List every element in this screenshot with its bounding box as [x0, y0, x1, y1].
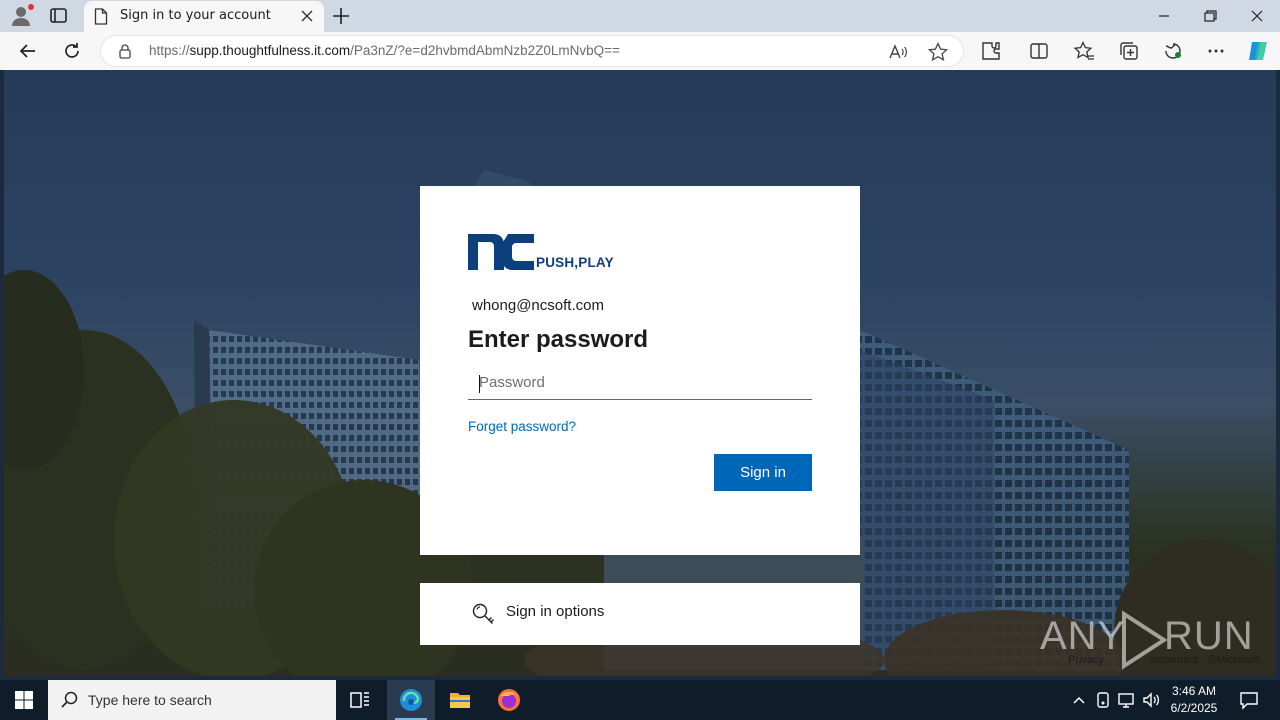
company-logo: PUSH,PLAY	[468, 234, 618, 274]
url-path: /Pa3nZ/?e=d2hvbmdAbmNzb2Z0LmNvbQ==	[350, 43, 620, 58]
firefox-taskbar-button[interactable]	[485, 680, 533, 720]
page-content: PUSH,PLAY whong@ncsoft.com Enter passwor…	[4, 70, 1276, 676]
read-aloud-icon[interactable]	[887, 41, 909, 63]
anyrun-watermark: ANY RUN	[1040, 610, 1253, 670]
notification-dot	[28, 4, 34, 10]
clock-time: 3:46 AM	[1171, 684, 1217, 698]
chevron-up-icon[interactable]	[1069, 690, 1089, 710]
minimize-icon[interactable]	[1150, 4, 1178, 28]
url-host: supp.thoughtfulness.it.com	[189, 43, 351, 58]
taskbar-search[interactable]: Type here to search	[48, 680, 336, 720]
edge-icon	[400, 689, 422, 711]
system-clock[interactable]: 3:46 AM 6/2/2025	[1162, 683, 1226, 717]
volume-icon[interactable]	[1141, 690, 1161, 710]
restore-icon[interactable]	[1196, 4, 1224, 28]
forgot-password-link[interactable]: Forget password?	[468, 419, 576, 434]
refresh-icon[interactable]	[61, 40, 83, 62]
sign-in-options-button[interactable]: Sign in options	[420, 583, 860, 645]
logo-tagline: PUSH,PLAY	[536, 255, 614, 270]
password-field[interactable]	[468, 366, 812, 400]
back-icon[interactable]	[17, 40, 39, 62]
page-title: Enter password	[468, 326, 649, 353]
sign-in-options-label: Sign in options	[506, 603, 605, 620]
browser-essentials-icon[interactable]	[1162, 40, 1184, 62]
sign-in-button[interactable]: Sign in	[714, 454, 812, 491]
folder-icon	[450, 693, 470, 708]
nc-logo-icon	[468, 234, 534, 270]
address-bar[interactable]: https://supp.thoughtfulness.it.com/Pa3nZ…	[100, 35, 964, 67]
task-view-icon	[350, 692, 369, 708]
firefox-icon	[498, 689, 520, 711]
close-tab-icon[interactable]	[298, 7, 316, 25]
tab-strip: Sign in to your account	[0, 0, 1280, 32]
copilot-icon[interactable]	[1246, 39, 1270, 63]
browser-toolbar: https://supp.thoughtfulness.it.com/Pa3nZ…	[0, 32, 1280, 70]
windows-start-icon[interactable]	[14, 690, 34, 710]
key-search-icon	[472, 603, 494, 624]
tab-active[interactable]: Sign in to your account	[84, 1, 324, 32]
account-email: whong@ncsoft.com	[472, 297, 604, 314]
file-explorer-button[interactable]	[436, 680, 484, 720]
edge-taskbar-button[interactable]	[387, 680, 435, 720]
tab-actions-icon[interactable]	[48, 6, 70, 26]
network-icon[interactable]	[1117, 690, 1137, 710]
taskbar: Type here to search 3:46 AM 6/2/2025	[0, 680, 1280, 720]
extensions-icon[interactable]	[980, 40, 1002, 62]
tab-title: Sign in to your account	[120, 8, 271, 23]
favorites-icon[interactable]	[1073, 40, 1095, 62]
close-window-icon[interactable]	[1243, 4, 1271, 28]
login-card: PUSH,PLAY whong@ncsoft.com Enter passwor…	[420, 186, 860, 555]
search-icon	[61, 691, 78, 708]
notification-icon[interactable]	[1238, 689, 1260, 711]
new-tab-icon[interactable]	[330, 5, 352, 27]
watermark-left: ANY	[1040, 614, 1126, 658]
watermark-right: RUN	[1164, 614, 1254, 658]
url-text[interactable]: https://supp.thoughtfulness.it.com/Pa3nZ…	[149, 43, 620, 58]
text-cursor	[479, 375, 480, 393]
search-placeholder: Type here to search	[88, 692, 212, 708]
split-screen-icon[interactable]	[1028, 40, 1050, 62]
more-menu-icon[interactable]	[1205, 40, 1227, 62]
play-triangle-icon	[1122, 610, 1168, 670]
url-scheme: https://	[149, 43, 190, 58]
collections-icon[interactable]	[1118, 40, 1140, 62]
clock-date: 6/2/2025	[1170, 701, 1218, 715]
device-icon[interactable]	[1093, 690, 1113, 710]
favorite-star-icon[interactable]	[927, 41, 949, 63]
lock-icon[interactable]	[117, 43, 133, 59]
task-view-button[interactable]	[336, 680, 384, 720]
page-icon	[94, 8, 108, 25]
